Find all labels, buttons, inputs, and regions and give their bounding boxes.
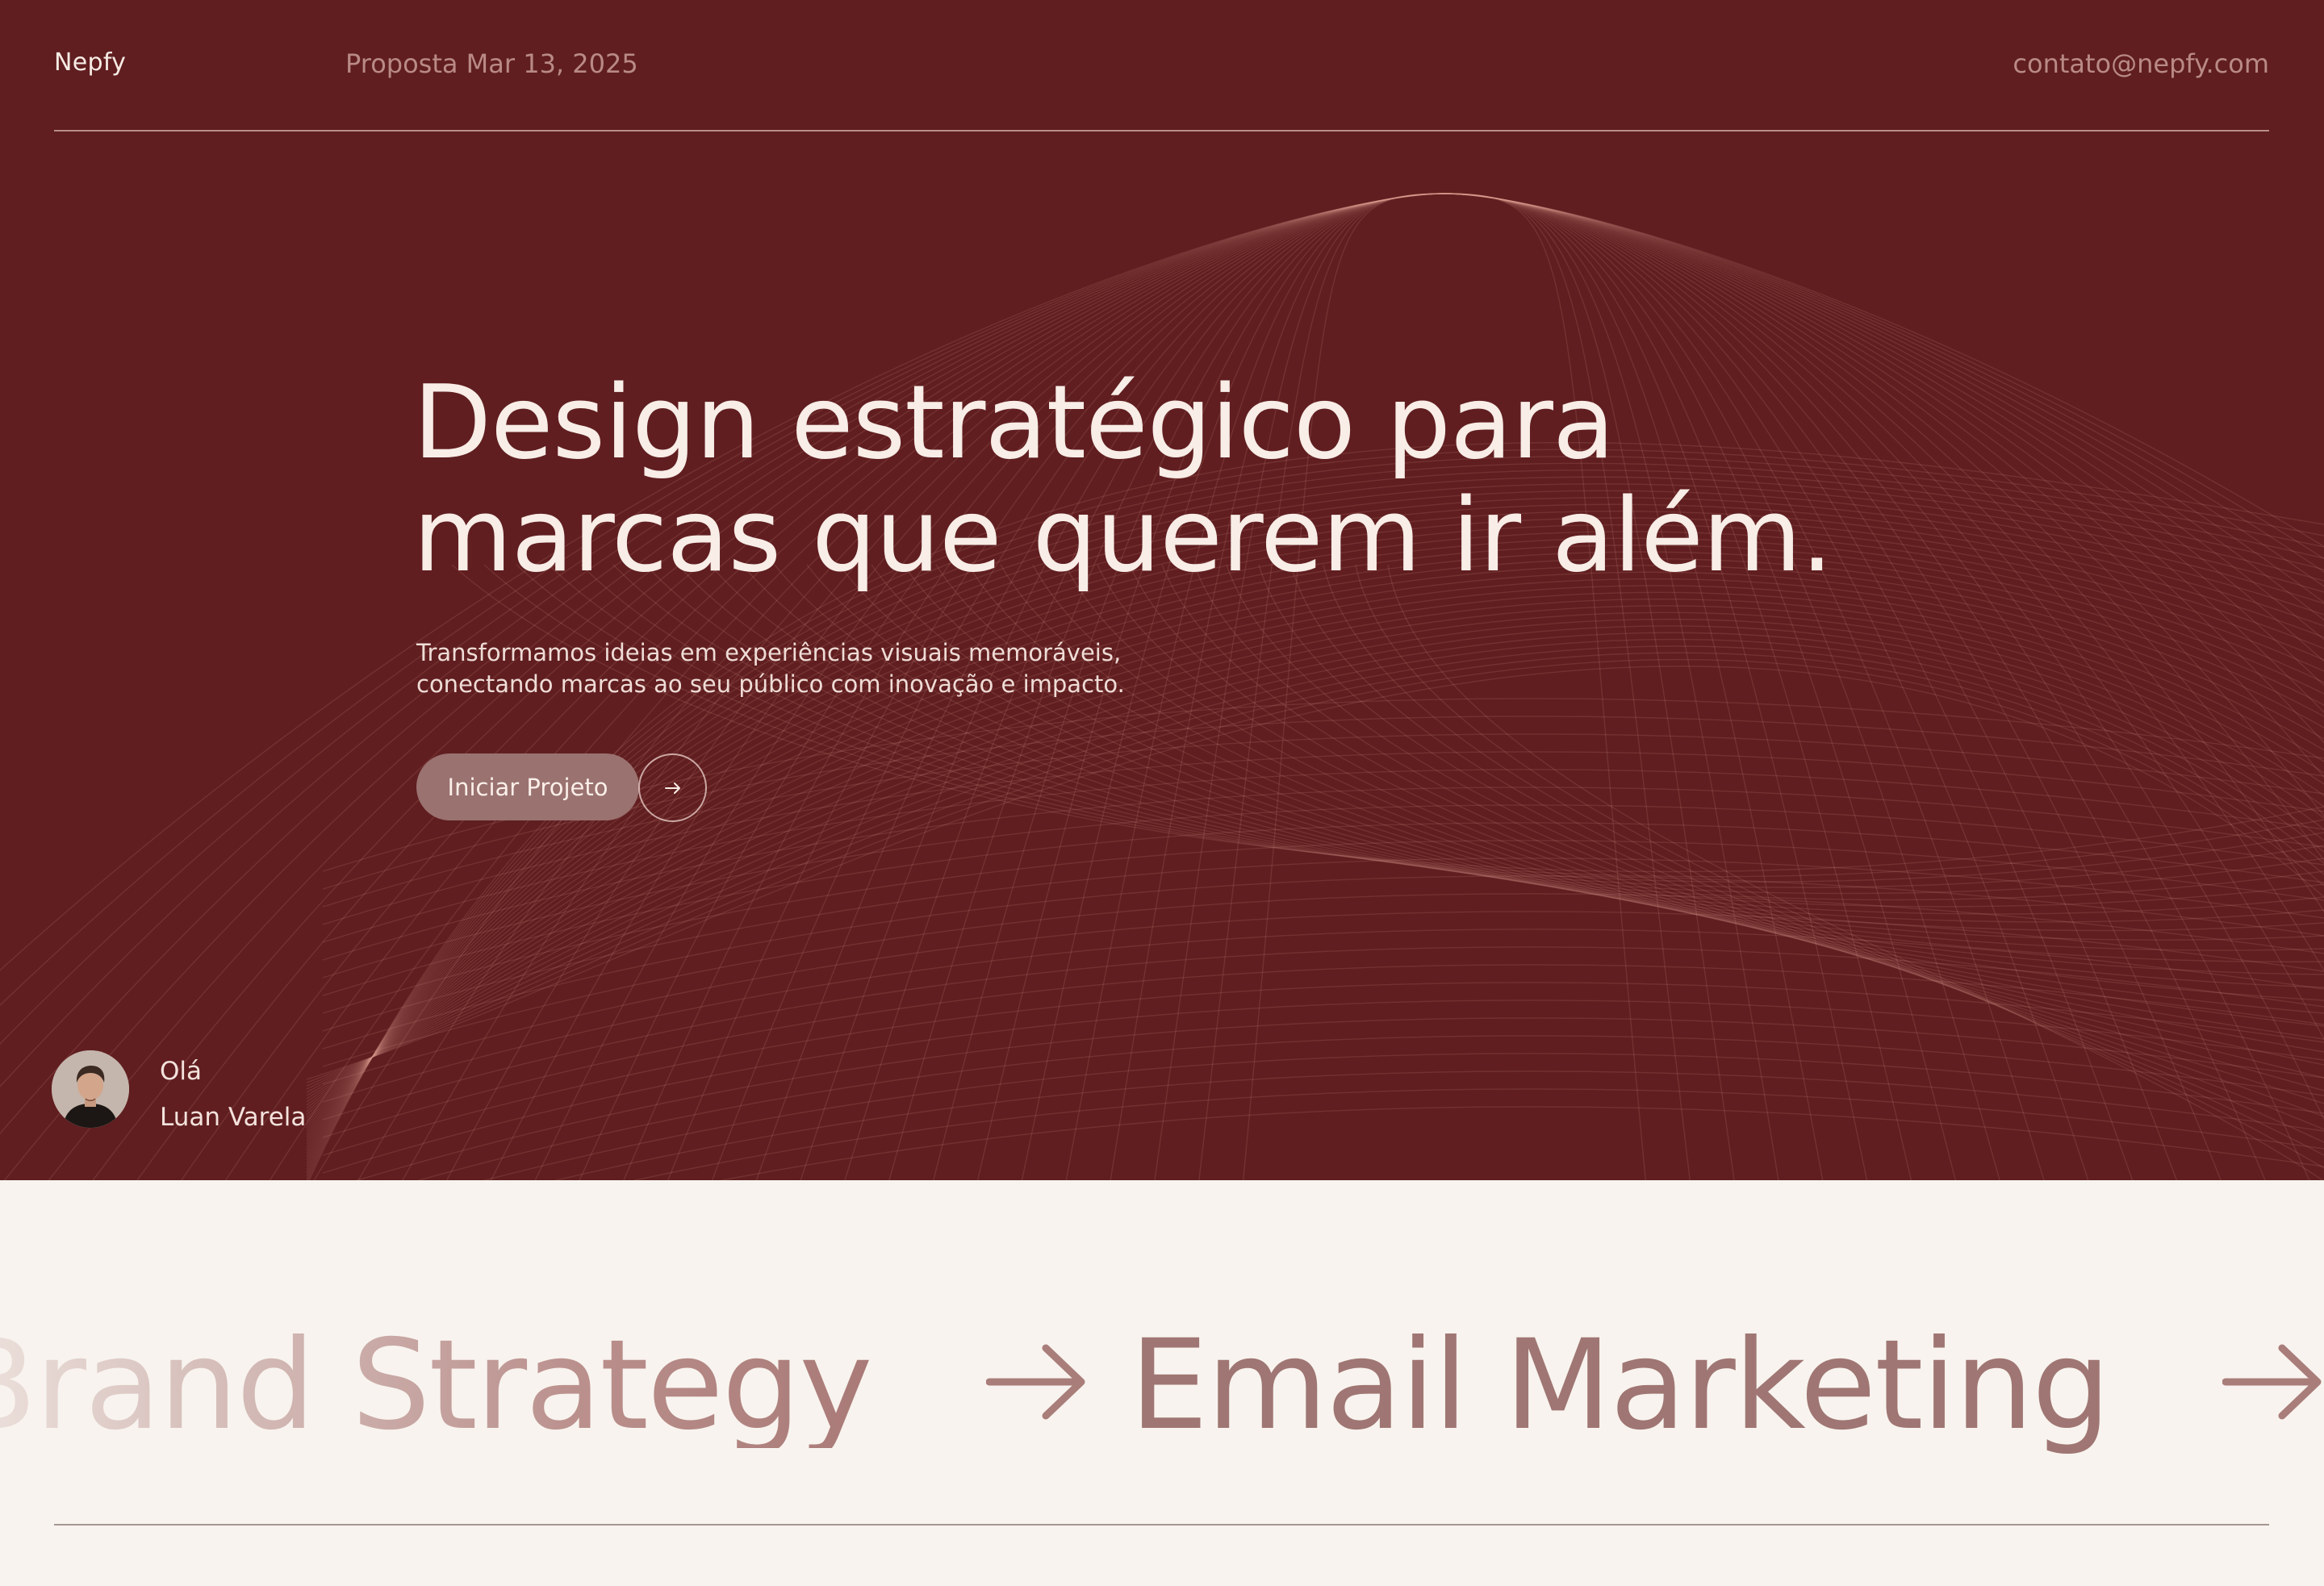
proposal-date: Proposta Mar 13, 2025 — [345, 48, 638, 79]
hero-description: Transformamos ideias em experiências vis… — [416, 637, 1125, 700]
services-ticker: Brand Strategy Email Marketing — [0, 1180, 2324, 1586]
greeting-text: Olá — [160, 1057, 203, 1086]
headline-line-2: marcas que querem ir além. — [413, 476, 1833, 595]
arrow-right-icon — [664, 782, 680, 794]
contact-email-link[interactable]: contato@nepfy.com — [2013, 48, 2269, 79]
ticker-divider — [54, 1524, 2269, 1525]
headline-line-1: Design estratégico para — [413, 363, 1615, 482]
brand-logo[interactable]: Nepfy — [54, 48, 126, 77]
start-project-arrow-button[interactable] — [638, 753, 707, 822]
description-line-1: Transformamos ideias em experiências vis… — [416, 639, 1122, 666]
arrow-right-icon — [2222, 1344, 2322, 1420]
ticker-item-brand-strategy: Brand Strategy — [0, 1324, 872, 1448]
hero-headline: Design estratégico para marcas que quere… — [413, 366, 1833, 592]
start-project-button[interactable]: Iniciar Projeto — [416, 753, 639, 820]
arrow-right-icon — [986, 1344, 1085, 1420]
user-avatar[interactable] — [52, 1050, 129, 1128]
avatar-portrait-icon — [52, 1050, 129, 1128]
user-name: Luan Varela — [160, 1103, 307, 1132]
description-line-2: conectando marcas ao seu público com ino… — [416, 670, 1125, 698]
top-bar: Nepfy Proposta Mar 13, 2025 contato@nepf… — [54, 0, 2269, 131]
ticker-item-email-marketing: Email Marketing — [1130, 1313, 2111, 1458]
hero-section: Nepfy Proposta Mar 13, 2025 contato@nepf… — [0, 0, 2324, 1180]
